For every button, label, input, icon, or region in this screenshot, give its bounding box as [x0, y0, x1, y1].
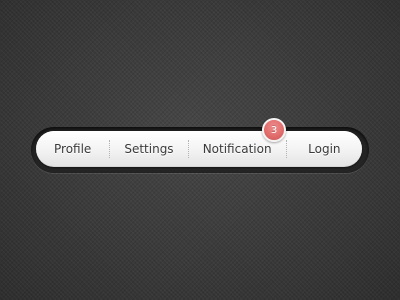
- nav-item-login[interactable]: Login: [287, 131, 362, 167]
- nav-item-login-label: Login: [308, 142, 341, 156]
- notification-count-badge: 3: [262, 118, 286, 142]
- nav-item-settings[interactable]: Settings: [110, 131, 187, 167]
- nav-item-profile-label: Profile: [54, 142, 92, 156]
- notification-count: 3: [270, 124, 278, 136]
- nav-item-settings-label: Settings: [124, 142, 174, 156]
- navigation-bar: Profile Settings Notification Login: [36, 131, 362, 167]
- nav-item-notification-label: Notification: [202, 142, 272, 156]
- nav-item-profile[interactable]: Profile: [36, 131, 109, 167]
